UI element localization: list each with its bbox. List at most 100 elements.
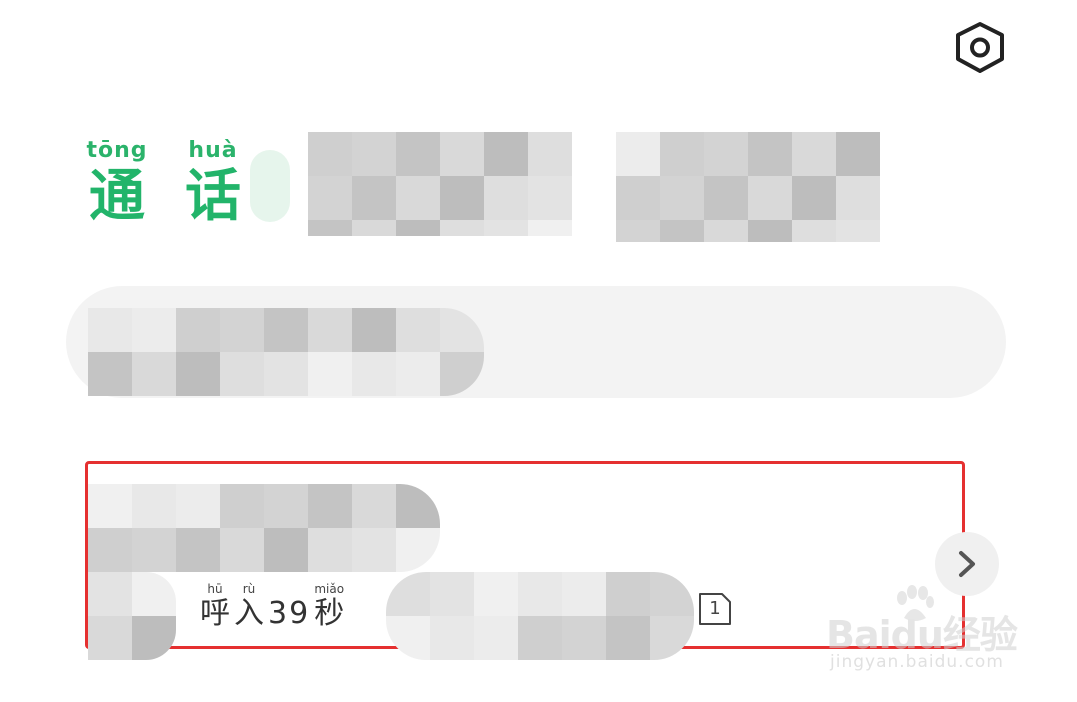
mosaic-tile (518, 572, 562, 616)
watermark-url-text: jingyan.baidu.com (830, 652, 1004, 672)
mosaic-tile (660, 176, 704, 220)
call-status-hanzi: 呼 (200, 596, 230, 631)
mosaic-tile (308, 132, 352, 176)
call-status-char: hū 呼 (200, 582, 230, 632)
mosaic-tile (88, 484, 132, 528)
mosaic-tile (528, 220, 572, 236)
call-status-hanzi: 入 (234, 596, 264, 631)
chevron-right-icon[interactable] (935, 532, 999, 596)
mosaic-tile (264, 352, 308, 396)
mosaic-tile (474, 616, 518, 660)
mosaic-tile (308, 308, 352, 352)
mosaic-tile (606, 572, 650, 616)
title-char: tōng 通 (84, 138, 150, 230)
mosaic-tile (220, 528, 264, 572)
mosaic-tile (264, 484, 308, 528)
mosaic-tile (308, 352, 352, 396)
mosaic-tile (352, 176, 396, 220)
title-ghost-decoration (250, 150, 290, 222)
mosaic-tile (836, 176, 880, 220)
watermark-logo-text: Baidu经验 (826, 613, 1018, 657)
title-char: huà 话 (180, 138, 246, 230)
mosaic-tile (352, 528, 396, 572)
mosaic-tile (88, 308, 132, 352)
mosaic-tile (748, 220, 792, 242)
mosaic-tile (308, 528, 352, 572)
mosaic-tile (352, 132, 396, 176)
redacted-contact-name (88, 484, 440, 572)
mosaic-tile (836, 220, 880, 242)
mosaic-tile (308, 484, 352, 528)
mosaic-tile (352, 220, 396, 236)
mosaic-tile (352, 308, 396, 352)
mosaic-tile (220, 484, 264, 528)
title-pinyin: tōng (86, 138, 148, 163)
mosaic-tile (748, 132, 792, 176)
redacted-block (88, 308, 484, 396)
mosaic-tile (792, 176, 836, 220)
mosaic-tile (528, 132, 572, 176)
mosaic-tile (264, 308, 308, 352)
mosaic-tile (88, 528, 132, 572)
mosaic-tile (704, 220, 748, 242)
mosaic-tile (88, 616, 132, 660)
mosaic-tile (660, 132, 704, 176)
mosaic-tile (386, 616, 430, 660)
mosaic-tile (176, 484, 220, 528)
mosaic-tile (562, 616, 606, 660)
title-hanzi: 通 (89, 164, 145, 229)
title-hanzi: 话 (185, 164, 241, 229)
call-settings-page: tōng 通 huà 话 hū 呼 rù 入 39 miǎo 秒 1 Baidu… (0, 0, 1077, 702)
mosaic-tile (748, 176, 792, 220)
mosaic-tile (176, 528, 220, 572)
mosaic-tile (792, 132, 836, 176)
mosaic-tile (528, 176, 572, 220)
mosaic-tile (518, 616, 562, 660)
mosaic-tile (88, 572, 132, 616)
mosaic-tile (176, 308, 220, 352)
mosaic-tile (484, 176, 528, 220)
mosaic-tile (660, 220, 704, 242)
title-pinyin: huà (188, 138, 238, 163)
mosaic-tile (430, 616, 474, 660)
call-duration-number: 39 (268, 596, 311, 631)
mosaic-tile (176, 352, 220, 396)
mosaic-tile (132, 528, 176, 572)
mosaic-tile (616, 176, 660, 220)
mosaic-tile (132, 484, 176, 528)
mosaic-tile (616, 220, 660, 242)
mosaic-tile (396, 220, 440, 236)
mosaic-tile (704, 176, 748, 220)
mosaic-tile (396, 352, 440, 396)
mosaic-tile (352, 352, 396, 396)
redacted-block (616, 132, 880, 242)
mosaic-tile (308, 220, 352, 236)
mosaic-tile (792, 220, 836, 242)
mosaic-tile (88, 352, 132, 396)
mosaic-tile (430, 572, 474, 616)
sim-slot-number: 1 (709, 598, 721, 619)
mosaic-tile (836, 132, 880, 176)
mosaic-tile (484, 132, 528, 176)
mosaic-tile (616, 132, 660, 176)
mosaic-tile (474, 572, 518, 616)
mosaic-tile (396, 132, 440, 176)
mosaic-tile (220, 352, 264, 396)
mosaic-tile (396, 308, 440, 352)
mosaic-tile (264, 528, 308, 572)
mosaic-tile (440, 132, 484, 176)
page-title: tōng 通 huà 话 (84, 138, 246, 230)
redacted-call-time (386, 572, 694, 660)
mosaic-tile (650, 616, 694, 660)
redacted-block (308, 132, 572, 236)
mosaic-tile (606, 616, 650, 660)
mosaic-tile (352, 484, 396, 528)
mosaic-tile (132, 308, 176, 352)
mosaic-tile (562, 572, 606, 616)
settings-icon[interactable] (950, 20, 1010, 76)
call-status-pinyin: rù (242, 582, 256, 596)
redacted-block (88, 572, 176, 660)
call-duration-unit: miǎo 秒 (314, 582, 344, 632)
mosaic-tile (396, 176, 440, 220)
sim-card-icon: 1 (697, 591, 733, 627)
